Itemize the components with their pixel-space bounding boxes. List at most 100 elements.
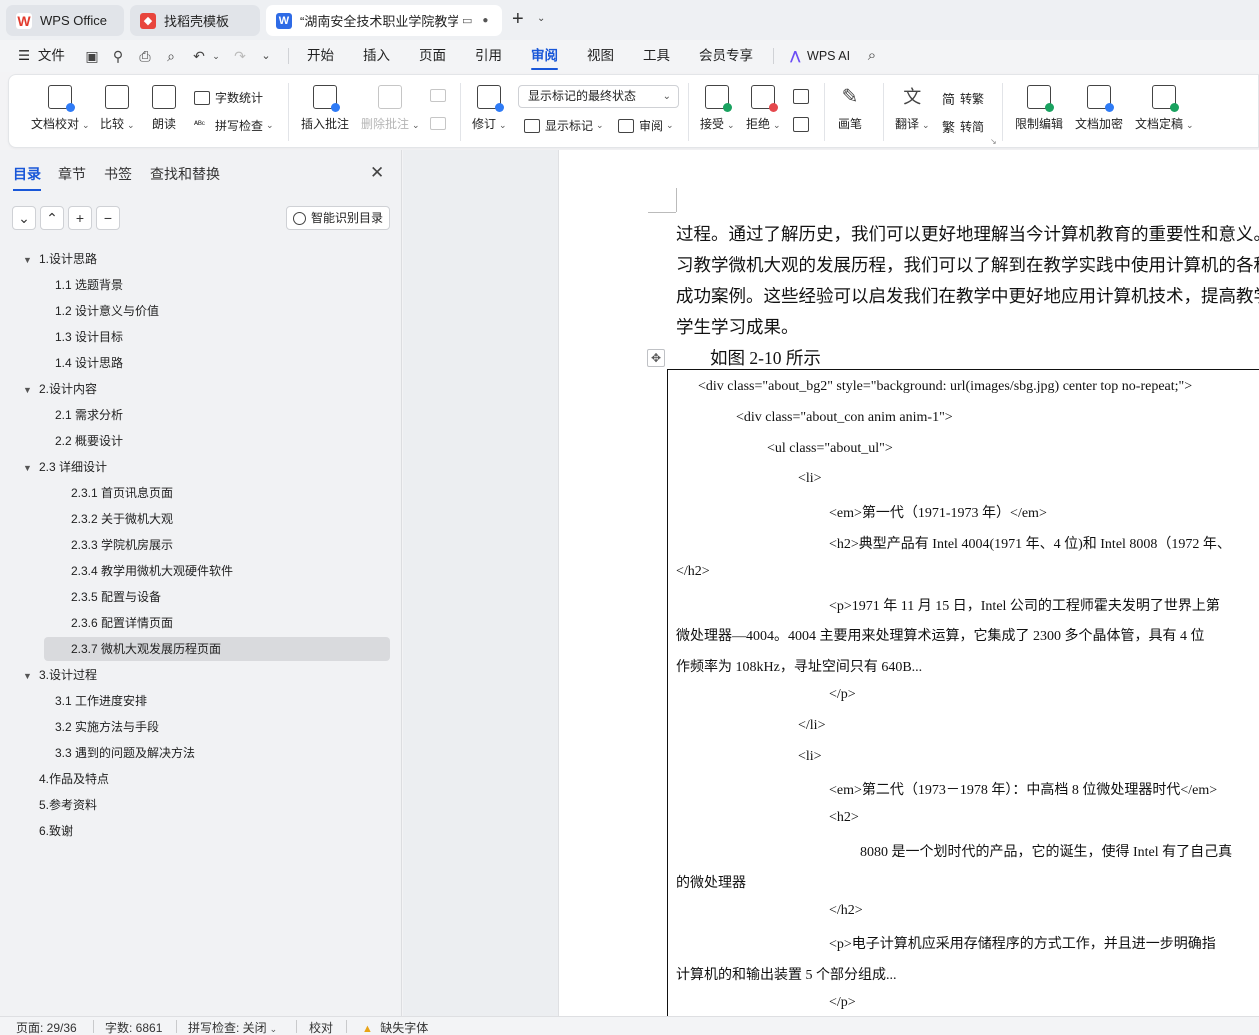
tab-sections[interactable]: 章节 bbox=[58, 164, 86, 184]
smart-toc-button[interactable]: 智能识别目录 bbox=[286, 206, 390, 230]
accept-button[interactable]: 接受 ⌄ bbox=[700, 85, 735, 132]
tab-list-chevron-icon[interactable]: ⌄ bbox=[537, 13, 545, 24]
print-preview-icon[interactable]: ⌕ bbox=[163, 48, 179, 64]
menu-tools[interactable]: 工具 bbox=[643, 40, 670, 72]
read-aloud-button[interactable]: 朗读 bbox=[152, 85, 176, 132]
menu-references[interactable]: 引用 bbox=[475, 40, 502, 72]
missing-font-status[interactable]: ▲ 缺失字体 bbox=[362, 1019, 428, 1035]
expand-arrow-icon[interactable]: ▼ bbox=[23, 378, 33, 402]
tab-bookmarks[interactable]: 书签 bbox=[104, 164, 132, 184]
toc-item[interactable]: ▼ 2.设计内容 bbox=[23, 377, 97, 401]
toc-item[interactable]: 2.3.2 关于微机大观 bbox=[71, 507, 173, 531]
toc-item[interactable]: 1.3 设计目标 bbox=[55, 325, 123, 349]
word-count-indicator[interactable]: 字数: 6861 bbox=[105, 1019, 162, 1035]
toc-item[interactable]: 4.作品及特点 bbox=[39, 767, 109, 791]
toc-item[interactable]: 1.1 选题背景 bbox=[55, 273, 123, 297]
previous-change-icon[interactable] bbox=[793, 89, 809, 104]
tab-daoke-templates[interactable]: ◆ 找稻壳模板 bbox=[130, 5, 260, 36]
markup-state-select[interactable]: 显示标记的最终状态 ⌄ bbox=[518, 85, 679, 108]
toc-item[interactable]: 2.2 概要设计 bbox=[55, 429, 123, 453]
spell-check-button[interactable]: ᴬᴮᶜ 拼写检查 ⌄ bbox=[194, 117, 274, 134]
word-count-label: 字数统计 bbox=[215, 91, 264, 105]
toc-item[interactable]: 2.3.7 微机大观发展历程页面 bbox=[44, 637, 390, 661]
print-icon[interactable]: ⎙ bbox=[137, 48, 153, 64]
collapse-all-icon[interactable]: ⌄ bbox=[12, 206, 36, 230]
toc-item[interactable]: 2.3.6 配置详情页面 bbox=[71, 611, 173, 635]
wps-logo-icon: W bbox=[16, 12, 32, 29]
doc-finalize-button[interactable]: 文档定稿 ⌄ bbox=[1135, 85, 1194, 132]
translate-button[interactable]: 文 翻译 ⌄ bbox=[895, 85, 930, 132]
compare-button[interactable]: 比较 ⌄ bbox=[100, 85, 135, 132]
toc-item[interactable]: 2.3.5 配置与设备 bbox=[71, 585, 161, 609]
track-changes-button[interactable]: 修订 ⌄ bbox=[472, 85, 507, 132]
toc-item[interactable]: ▼ 3.设计过程 bbox=[23, 663, 97, 687]
toc-item[interactable]: 1.2 设计意义与价值 bbox=[55, 299, 159, 323]
toc-item[interactable]: ▼ 1.设计思路 bbox=[23, 247, 97, 271]
insert-comment-button[interactable]: 插入批注 bbox=[301, 85, 349, 132]
toc-item[interactable]: 2.3.3 学院机房展示 bbox=[71, 533, 173, 557]
toc-item[interactable]: 1.4 设计思路 bbox=[55, 351, 123, 375]
unsaved-dot-icon[interactable]: ● bbox=[482, 15, 488, 26]
review-pane-button[interactable]: 审阅 ⌄ bbox=[618, 117, 674, 134]
toc-item[interactable]: 2.3.1 首页讯息页面 bbox=[71, 481, 173, 505]
to-traditional-button[interactable]: 简 转繁 bbox=[942, 89, 984, 108]
tab-toc[interactable]: 目录 bbox=[13, 164, 41, 191]
expand-arrow-icon[interactable]: ▼ bbox=[23, 248, 33, 272]
table-move-handle-icon[interactable]: ✥ bbox=[647, 349, 665, 367]
menu-review[interactable]: 审阅 bbox=[531, 40, 558, 72]
menu-insert[interactable]: 插入 bbox=[363, 40, 390, 72]
close-icon[interactable]: ✕ bbox=[370, 163, 384, 183]
show-markup-button[interactable]: 显示标记 ⌄ bbox=[524, 117, 604, 134]
restrict-edit-button[interactable]: 限制编辑 bbox=[1015, 85, 1063, 132]
more-quick-access-icon[interactable]: ⌄ bbox=[258, 48, 274, 64]
next-change-icon[interactable] bbox=[793, 117, 809, 132]
toc-item[interactable]: 5.参考资料 bbox=[39, 793, 97, 817]
undo-icon[interactable]: ↶ bbox=[191, 48, 207, 64]
doc-proof-button[interactable]: 文档校对 ⌄ bbox=[31, 85, 90, 132]
toc-item[interactable]: 3.2 实施方法与手段 bbox=[55, 715, 159, 739]
expand-arrow-icon[interactable]: ▼ bbox=[23, 664, 33, 688]
menu-page[interactable]: 页面 bbox=[419, 40, 446, 72]
toc-item[interactable]: 3.3 遇到的问题及解决方法 bbox=[55, 741, 195, 765]
toc-item-label: 1.1 选题背景 bbox=[55, 278, 124, 292]
new-tab-icon[interactable]: + bbox=[512, 9, 524, 29]
group-expand-icon[interactable]: ↘ bbox=[990, 137, 997, 146]
menu-start[interactable]: 开始 bbox=[307, 40, 334, 72]
tab-wps-office[interactable]: W WPS Office bbox=[6, 5, 124, 36]
save-icon[interactable]: ▣ bbox=[84, 48, 100, 64]
page-indicator[interactable]: 页面: 29/36 bbox=[16, 1019, 77, 1035]
translate-label: 翻译 bbox=[895, 117, 920, 131]
proofread-status[interactable]: 校对 bbox=[309, 1019, 333, 1035]
expand-up-icon[interactable]: ⌃ bbox=[40, 206, 64, 230]
remove-heading-icon[interactable]: − bbox=[96, 206, 120, 230]
ribbon-divider bbox=[824, 83, 825, 141]
expand-arrow-icon[interactable]: ▼ bbox=[23, 456, 33, 480]
toc-item[interactable]: 3.1 工作进度安排 bbox=[55, 689, 147, 713]
spell-check-icon: ᴬᴮᶜ bbox=[194, 118, 205, 129]
toc-item[interactable]: 6.致谢 bbox=[39, 819, 73, 843]
wps-ai-icon: ⋀ bbox=[790, 49, 801, 63]
code-table-cell[interactable] bbox=[667, 369, 1259, 1029]
toc-item[interactable]: 2.3.4 教学用微机大观硬件软件 bbox=[71, 559, 233, 583]
wps-ai-button[interactable]: ⋀ WPS AI bbox=[790, 40, 850, 72]
pen-button[interactable]: ✎ 画笔 bbox=[838, 85, 862, 132]
doc-encrypt-button[interactable]: 文档加密 bbox=[1075, 85, 1123, 132]
toc-item[interactable]: ▼ 2.3 详细设计 bbox=[23, 455, 107, 479]
reject-icon bbox=[751, 85, 779, 112]
search-icon[interactable]: ⌕ bbox=[864, 48, 880, 64]
menu-view[interactable]: 视图 bbox=[587, 40, 614, 72]
add-heading-icon[interactable]: + bbox=[68, 206, 92, 230]
tab-find-replace[interactable]: 查找和替换 bbox=[150, 164, 220, 184]
share-icon[interactable]: ⚲ bbox=[110, 48, 126, 64]
undo-chevron-icon[interactable]: ⌄ bbox=[208, 48, 224, 64]
tab-document[interactable]: W “湖南安全技术职业学院教学F ▭ ● bbox=[266, 5, 502, 36]
reject-button[interactable]: 拒绝 ⌄ bbox=[746, 85, 781, 132]
file-menu[interactable]: ☰ 文件 bbox=[18, 40, 65, 72]
doc-encrypt-label: 文档加密 bbox=[1075, 117, 1124, 131]
toc-item[interactable]: 2.1 需求分析 bbox=[55, 403, 123, 427]
to-simplified-button[interactable]: 繁 转简 bbox=[942, 117, 984, 136]
menu-member[interactable]: 会员专享 bbox=[699, 40, 753, 72]
word-count-button[interactable]: 字数统计 bbox=[194, 89, 263, 106]
smart-toc-icon bbox=[293, 212, 306, 225]
spell-check-status[interactable]: 拼写检查: 关闭 ⌄ bbox=[188, 1019, 277, 1035]
